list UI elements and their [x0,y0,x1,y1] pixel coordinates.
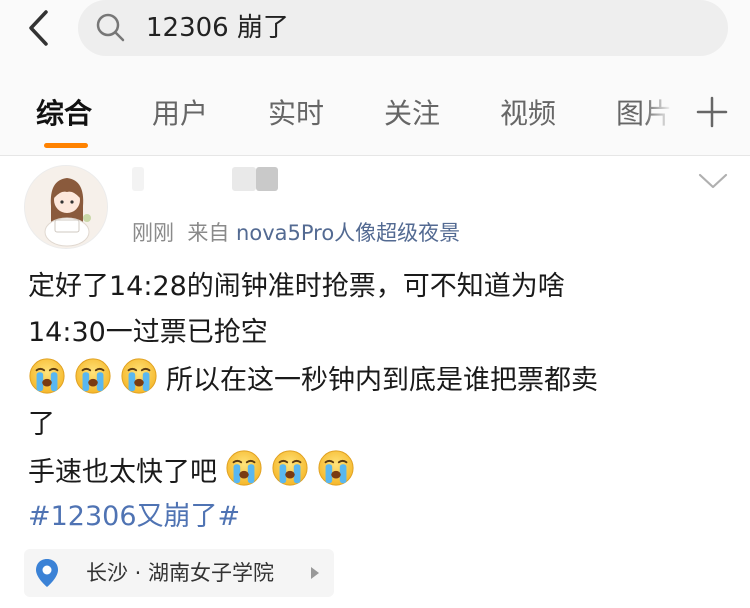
post-line-text: 所以在这一秒钟内到底是谁把票都卖 [166,365,598,396]
tab-comprehensive[interactable]: 综合 [36,96,92,132]
search-header: 12306 崩了 [0,0,750,72]
post-line-with-emoji: 所以在这一秒钟内到底是谁把票都卖 [28,357,728,403]
tab-following[interactable]: 关注 [384,96,440,132]
post-line: 14:30一过票已抢空 [28,317,268,348]
location-label: 长沙 · 湖南女子学院 [86,561,275,585]
chevron-down-icon[interactable] [696,169,730,193]
post-card: 刚刚 来自 nova5Pro人像超级夜景 定好了14:28的闹钟准时抢票，可不知… [0,157,750,608]
crying-face-emoji [317,449,355,487]
plus-icon[interactable] [694,92,730,132]
tab-fade [644,72,684,154]
location-pin-icon [36,559,58,587]
avatar[interactable] [24,165,108,249]
search-icon [96,13,125,42]
post-line: 了 [28,409,55,440]
crying-face-emoji [120,357,158,395]
source-prefix: 来自 [187,221,230,245]
search-input[interactable]: 12306 崩了 [78,0,728,56]
username-redacted[interactable] [132,165,282,193]
tab-bar: 综合 用户 实时 关注 视频 图片 [0,72,750,156]
crying-face-emoji [271,449,309,487]
crying-face-emoji [74,357,112,395]
search-query: 12306 崩了 [146,13,289,43]
post-line: 定好了14:28的闹钟准时抢票，可不知道为啥 [28,271,565,302]
back-arrow-icon[interactable] [20,8,60,48]
post-source[interactable]: nova5Pro人像超级夜景 [236,221,460,245]
location-tag[interactable]: 长沙 · 湖南女子学院 [24,549,334,597]
post-line-text: 手速也太快了吧 [28,457,217,488]
tab-video[interactable]: 视频 [500,96,556,132]
post-line-with-emoji: 手速也太快了吧 [28,449,728,495]
avatar-girl-illustration [25,166,107,248]
caret-right-icon [311,567,319,579]
post-body: 定好了14:28的闹钟准时抢票，可不知道为啥 14:30一过票已抢空 所以在这一… [28,265,728,541]
post-time: 刚刚 [132,221,174,245]
tab-realtime[interactable]: 实时 [268,96,324,132]
active-tab-indicator [44,143,88,148]
tab-users[interactable]: 用户 [152,96,208,132]
post-meta: 刚刚 来自 nova5Pro人像超级夜景 [132,219,460,247]
crying-face-emoji [28,357,66,395]
crying-face-emoji [225,449,263,487]
hashtag-link[interactable]: #12306又崩了# [28,495,728,541]
